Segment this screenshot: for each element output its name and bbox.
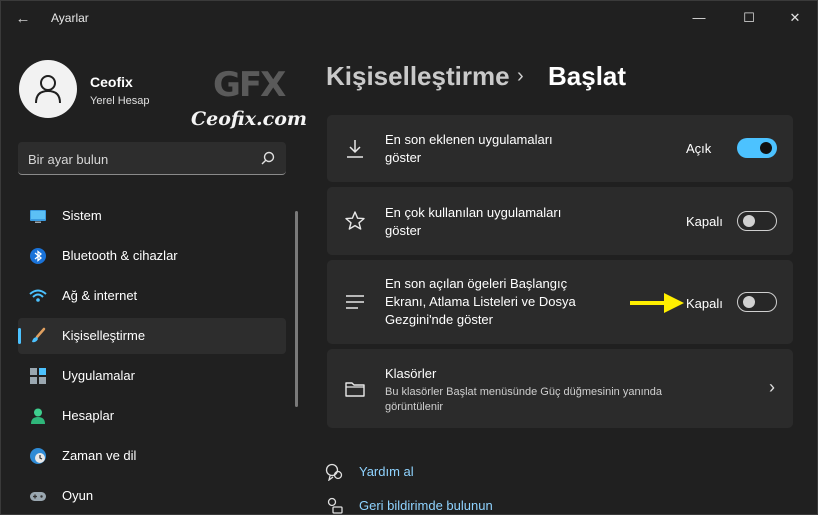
folder-icon — [345, 382, 365, 397]
setting-label-line: göster — [385, 223, 422, 238]
sidebar-item-bluetooth[interactable]: Bluetooth & cihazlar — [18, 238, 286, 274]
sidebar-item-label: Sistem — [62, 208, 102, 223]
setting-label: En çok kullanılan uygulamaları göster — [385, 204, 561, 240]
maximize-button[interactable]: ☐ — [735, 7, 763, 29]
setting-label-line: En çok kullanılan uygulamaları — [385, 205, 562, 220]
gamepad-icon — [30, 492, 46, 501]
apps-icon — [30, 368, 46, 384]
sidebar-item-apps[interactable]: Uygulamalar — [18, 358, 286, 394]
download-icon — [347, 140, 363, 158]
sidebar-item-personalization[interactable]: Kişiselleştirme — [18, 318, 286, 354]
page-title: Başlat — [548, 61, 627, 91]
toggle-switch[interactable] — [737, 211, 777, 231]
bluetooth-icon — [30, 248, 46, 264]
setting-label: En son açılan ögeleri Başlangıç Ekranı, … — [385, 275, 576, 329]
help-icon[interactable] — [325, 463, 343, 481]
toggle-knob — [743, 296, 755, 308]
feedback-icon[interactable] — [325, 497, 343, 515]
setting-folders[interactable]: Klasörler Bu klasörler Başlat menüsünde … — [327, 349, 793, 428]
app-title: Ayarlar — [51, 11, 89, 25]
toggle-switch[interactable] — [737, 138, 777, 158]
person-icon — [31, 408, 45, 424]
list-icon — [346, 295, 364, 309]
sidebar-item-label: Kişiselleştirme — [62, 328, 146, 343]
profile-name: Ceofix — [90, 74, 133, 90]
close-button[interactable]: ✕ — [781, 7, 809, 29]
search-box[interactable] — [18, 142, 286, 175]
setting-label-line: Ekranı, Atlama Listeleri ve Dosya — [385, 294, 576, 309]
breadcrumb-separator: › — [517, 65, 524, 87]
setting-most-used-apps: En çok kullanılan uygulamaları göster Ka… — [327, 187, 793, 255]
account-type: Yerel Hesap — [90, 95, 150, 107]
help-link[interactable]: Yardım al — [359, 464, 414, 479]
person-icon — [35, 75, 61, 104]
breadcrumb-parent[interactable]: Kişiselleştirme — [326, 61, 510, 92]
sidebar-item-gaming[interactable]: Oyun — [18, 478, 286, 514]
setting-label-line: göster — [385, 150, 422, 165]
setting-label-line: Gezgini'nde göster — [385, 312, 493, 327]
toggle-knob — [743, 215, 755, 227]
sidebar-item-label: Oyun — [62, 488, 94, 503]
toggle-switch[interactable] — [737, 292, 777, 312]
setting-label: Klasörler Bu klasörler Başlat menüsünde … — [385, 365, 662, 415]
sidebar-scrollbar[interactable] — [295, 211, 298, 407]
sidebar-item-label: Uygulamalar — [62, 368, 135, 383]
sidebar-item-accounts[interactable]: Hesaplar — [18, 398, 286, 434]
sidebar-item-time-language[interactable]: Zaman ve dil — [18, 438, 286, 474]
annotation-arrow-icon — [630, 293, 684, 313]
feedback-link[interactable]: Geri bildirimde bulunun — [359, 498, 493, 513]
search-input[interactable] — [28, 150, 248, 168]
toggle-state-label: Kapalı — [686, 296, 723, 311]
globe-clock-icon — [30, 448, 46, 464]
setting-label-line: En son açılan ögeleri Başlangıç — [385, 276, 568, 291]
sidebar-item-label: Bluetooth & cihazlar — [62, 248, 178, 263]
chevron-right-icon[interactable]: › — [769, 377, 775, 398]
sidebar-item-label: Zaman ve dil — [62, 448, 137, 463]
toggle-knob — [760, 142, 772, 154]
wifi-icon — [29, 289, 47, 302]
watermark-text: Ceofix.com — [191, 108, 307, 130]
folders-description-line: Bu klasörler Başlat menüsünde Güç düğmes… — [385, 386, 662, 398]
title-bar: ← Ayarlar — ☐ ✕ — [1, 1, 817, 37]
folders-description: Bu klasörler Başlat menüsünde Güç düğmes… — [385, 385, 662, 415]
sidebar-item-label: Ağ & internet — [62, 288, 138, 303]
toggle-state-label: Kapalı — [686, 214, 723, 229]
search-icon[interactable] — [260, 150, 276, 166]
minimize-button[interactable]: — — [685, 7, 713, 29]
star-icon — [345, 211, 365, 230]
monitor-icon — [30, 210, 46, 223]
sidebar-item-network[interactable]: Ağ & internet — [18, 278, 286, 314]
paintbrush-icon — [32, 327, 46, 343]
settings-window: ← Ayarlar — ☐ ✕ Ceofix Yerel Hesap GFX C… — [0, 0, 818, 515]
setting-recently-added-apps: En son eklenen uygulamaları göster Açık — [327, 115, 793, 182]
sidebar-item-label: Hesaplar — [62, 408, 115, 423]
setting-recently-opened-items: En son açılan ögeleri Başlangıç Ekranı, … — [327, 260, 793, 344]
folders-title: Klasörler — [385, 366, 437, 381]
setting-label: En son eklenen uygulamaları göster — [385, 131, 553, 167]
avatar[interactable] — [19, 60, 77, 118]
back-button[interactable]: ← — [11, 9, 35, 29]
sidebar-item-sistem[interactable]: Sistem — [18, 198, 286, 234]
watermark-logo: GFX — [213, 65, 286, 105]
setting-label-line: En son eklenen uygulamaları — [385, 132, 553, 147]
folders-description-line: görüntülenir — [385, 401, 444, 413]
toggle-state-label: Açık — [686, 141, 712, 156]
